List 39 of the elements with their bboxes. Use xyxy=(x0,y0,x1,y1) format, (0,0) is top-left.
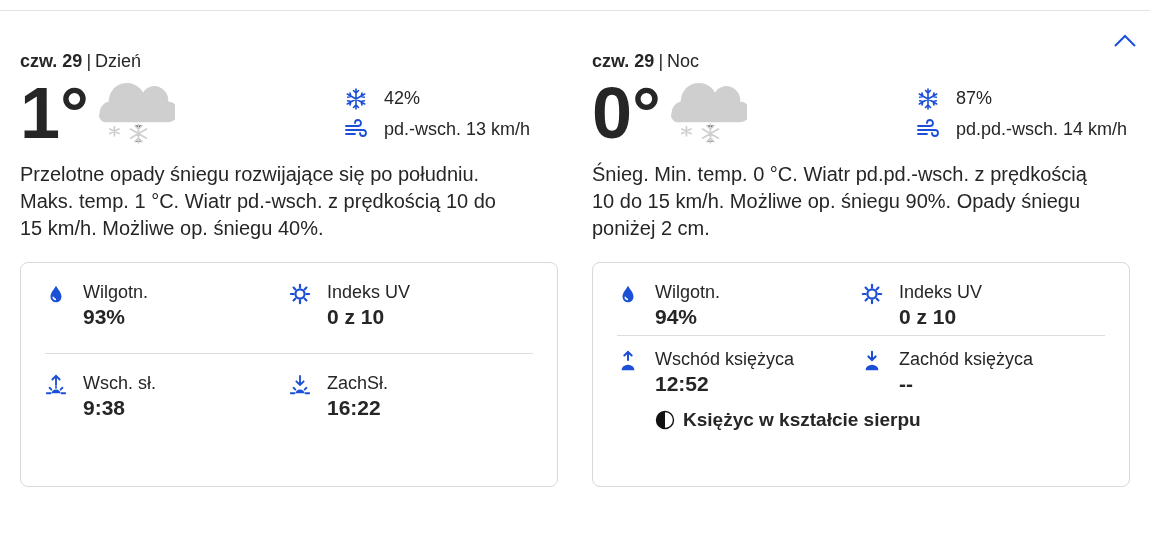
detail-label: Zachód księżyca xyxy=(899,348,1034,370)
separator: | xyxy=(658,50,664,73)
detail-value: 0 z 10 xyxy=(899,304,958,330)
sun-icon xyxy=(289,283,311,305)
detail-label: ZachSł. xyxy=(327,372,389,394)
detail-label: Wschód księżyca xyxy=(655,348,795,370)
sunset-icon xyxy=(289,374,311,396)
detail-value: 12:52 xyxy=(655,371,710,397)
date-label: czw. 29 xyxy=(20,50,83,73)
forecast-summary: Przelotne opady śniegu rozwijające się po południu. Maks. temp. 1 °C. Wiatr pd.-wsch. z prędkością 10 do 15 km/h. Możliwe op. śniegu 40%. xyxy=(20,162,497,241)
day-part-label: Noc xyxy=(667,50,700,73)
temperature: 1° xyxy=(20,77,89,149)
wind-reading: pd.pd.-wsch. 14 km/h xyxy=(956,118,1128,141)
wind-reading: pd.-wsch. 13 km/h xyxy=(384,118,531,141)
snowflake-icon xyxy=(916,86,940,111)
detail-value: 94% xyxy=(655,304,699,330)
temperature: 0° xyxy=(592,77,661,149)
detail-value: 16:22 xyxy=(327,395,382,421)
detail-label: Wsch. sł. xyxy=(83,372,156,394)
snowflake-icon xyxy=(344,86,368,111)
date-label: czw. 29 xyxy=(592,50,655,73)
forecast-summary: Śnieg. Min. temp. 0 °C. Wiatr pd.pd.-wsch. z prędkością 10 do 15 km/h. Możliwe op. śniegu 90%. Opady śniegu poniżej 2 cm. xyxy=(592,161,1088,241)
half-moon-icon xyxy=(655,410,675,431)
detail-value: -- xyxy=(899,371,914,397)
day-part-label: Dzień xyxy=(95,50,142,73)
precipitation-chance: 42% xyxy=(384,87,421,110)
detail-value: 93% xyxy=(83,304,127,330)
detail-value: 0 z 10 xyxy=(327,304,386,330)
precipitation-chance: 87% xyxy=(956,87,993,110)
detail-label: Indeks UV xyxy=(899,281,983,303)
sunrise-icon xyxy=(45,374,67,396)
detail-label: Wilgotn. xyxy=(655,281,721,303)
moon-phase-label: Księżyc w kształcie sierpu xyxy=(683,408,921,432)
detail-label: Indeks UV xyxy=(327,281,411,303)
detail-label: Wilgotn. xyxy=(83,281,149,303)
sun-icon xyxy=(861,283,883,305)
collapse-button[interactable] xyxy=(1114,34,1136,48)
detail-value: 9:38 xyxy=(83,395,127,421)
separator: | xyxy=(86,50,92,73)
